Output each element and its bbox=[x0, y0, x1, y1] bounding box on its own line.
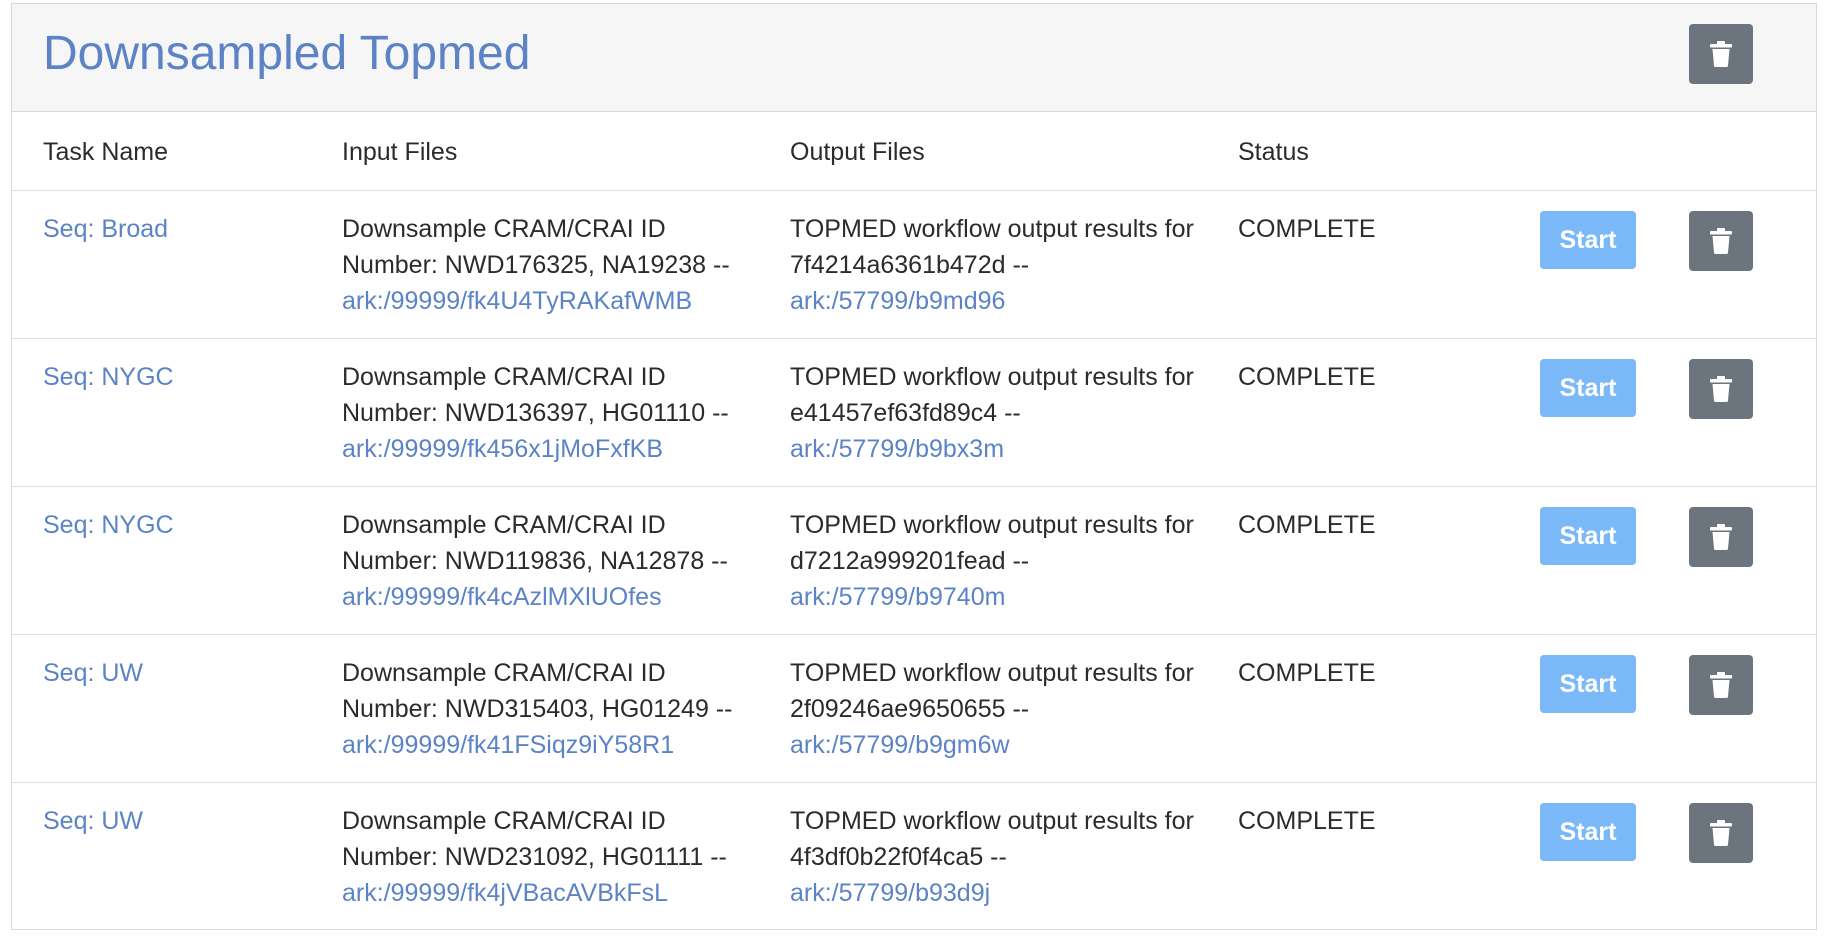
input-file-link[interactable]: ark:/99999/fk456x1jMoFxfKB bbox=[342, 431, 729, 467]
input-files-cell: Downsample CRAM/CRAI ID Number: NWD17632… bbox=[342, 211, 730, 319]
task-panel: Downsampled Topmed Task Name Input Files… bbox=[11, 3, 1817, 930]
task-name-link[interactable]: Seq: UW bbox=[43, 807, 143, 835]
input-description-line: Number: NWD176325, NA19238 -- bbox=[342, 251, 730, 279]
input-description-line: Number: NWD231092, HG01111 -- bbox=[342, 843, 727, 871]
output-description-line: TOPMED workflow output results for bbox=[790, 511, 1194, 539]
task-name-link[interactable]: Seq: NYGC bbox=[43, 511, 174, 539]
output-description-line: 4f3df0b22f0f4ca5 -- bbox=[790, 843, 1007, 871]
output-description-line: d7212a999201fead -- bbox=[790, 547, 1030, 575]
trash-icon bbox=[1710, 41, 1732, 67]
input-description-line: Number: NWD315403, HG01249 -- bbox=[342, 695, 733, 723]
start-button[interactable]: Start bbox=[1540, 359, 1636, 417]
output-files-cell: TOPMED workflow output results for e4145… bbox=[790, 359, 1194, 467]
task-name-link[interactable]: Seq: NYGC bbox=[43, 363, 174, 391]
panel-title: Downsampled Topmed bbox=[43, 27, 531, 80]
output-description-line: TOPMED workflow output results for bbox=[790, 363, 1194, 391]
input-description-line: Downsample CRAM/CRAI ID bbox=[342, 511, 666, 539]
input-description-line: Downsample CRAM/CRAI ID bbox=[342, 215, 666, 243]
output-file-link[interactable]: ark:/57799/b9bx3m bbox=[790, 431, 1194, 467]
output-description-line: TOPMED workflow output results for bbox=[790, 807, 1194, 835]
output-description-line: 7f4214a6361b472d -- bbox=[790, 251, 1030, 279]
trash-icon bbox=[1710, 524, 1732, 550]
input-files-cell: Downsample CRAM/CRAI ID Number: NWD13639… bbox=[342, 359, 729, 467]
table-header: Task Name Input Files Output Files Statu… bbox=[12, 112, 1816, 191]
delete-panel-button[interactable] bbox=[1689, 24, 1753, 84]
delete-task-button[interactable] bbox=[1689, 655, 1753, 715]
table-row: Seq: UW Downsample CRAM/CRAI ID Number: … bbox=[12, 635, 1816, 783]
output-file-link[interactable]: ark:/57799/b9gm6w bbox=[790, 727, 1194, 763]
trash-icon bbox=[1710, 376, 1732, 402]
input-files-cell: Downsample CRAM/CRAI ID Number: NWD11983… bbox=[342, 507, 728, 615]
input-description-line: Downsample CRAM/CRAI ID bbox=[342, 807, 666, 835]
task-name-link[interactable]: Seq: UW bbox=[43, 659, 143, 687]
input-file-link[interactable]: ark:/99999/fk41FSiqz9iY58R1 bbox=[342, 727, 732, 763]
delete-task-button[interactable] bbox=[1689, 211, 1753, 271]
input-description-line: Downsample CRAM/CRAI ID bbox=[342, 363, 666, 391]
input-description-line: Downsample CRAM/CRAI ID bbox=[342, 659, 666, 687]
output-files-cell: TOPMED workflow output results for 2f092… bbox=[790, 655, 1194, 763]
table-row: Seq: UW Downsample CRAM/CRAI ID Number: … bbox=[12, 783, 1816, 931]
start-button[interactable]: Start bbox=[1540, 655, 1636, 713]
output-description-line: TOPMED workflow output results for bbox=[790, 659, 1194, 687]
status-text: COMPLETE bbox=[1238, 659, 1376, 687]
status-text: COMPLETE bbox=[1238, 363, 1376, 391]
input-file-link[interactable]: ark:/99999/fk4U4TyRAKafWMB bbox=[342, 283, 730, 319]
output-file-link[interactable]: ark:/57799/b93d9j bbox=[790, 875, 1194, 911]
output-description-line: TOPMED workflow output results for bbox=[790, 215, 1194, 243]
input-file-link[interactable]: ark:/99999/fk4cAzlMXlUOfes bbox=[342, 579, 728, 615]
start-button[interactable]: Start bbox=[1540, 211, 1636, 269]
output-files-cell: TOPMED workflow output results for 7f421… bbox=[790, 211, 1194, 319]
start-button[interactable]: Start bbox=[1540, 507, 1636, 565]
table-row: Seq: Broad Downsample CRAM/CRAI ID Numbe… bbox=[12, 191, 1816, 339]
output-files-cell: TOPMED workflow output results for 4f3df… bbox=[790, 803, 1194, 911]
input-description-line: Number: NWD119836, NA12878 -- bbox=[342, 547, 728, 575]
output-description-line: e41457ef63fd89c4 -- bbox=[790, 399, 1021, 427]
table-row: Seq: NYGC Downsample CRAM/CRAI ID Number… bbox=[12, 339, 1816, 487]
task-name-link[interactable]: Seq: Broad bbox=[43, 215, 168, 243]
trash-icon bbox=[1710, 672, 1732, 698]
status-text: COMPLETE bbox=[1238, 215, 1376, 243]
input-files-cell: Downsample CRAM/CRAI ID Number: NWD31540… bbox=[342, 655, 732, 763]
output-file-link[interactable]: ark:/57799/b9740m bbox=[790, 579, 1194, 615]
column-header-status: Status bbox=[1238, 138, 1309, 166]
column-header-output-files: Output Files bbox=[790, 138, 925, 166]
input-files-cell: Downsample CRAM/CRAI ID Number: NWD23109… bbox=[342, 803, 727, 911]
panel-header: Downsampled Topmed bbox=[12, 4, 1816, 112]
input-description-line: Number: NWD136397, HG01110 -- bbox=[342, 399, 729, 427]
status-text: COMPLETE bbox=[1238, 807, 1376, 835]
column-header-input-files: Input Files bbox=[342, 138, 458, 166]
output-files-cell: TOPMED workflow output results for d7212… bbox=[790, 507, 1194, 615]
delete-task-button[interactable] bbox=[1689, 803, 1753, 863]
delete-task-button[interactable] bbox=[1689, 359, 1753, 419]
trash-icon bbox=[1710, 228, 1732, 254]
column-header-task-name: Task Name bbox=[43, 138, 169, 166]
table-row: Seq: NYGC Downsample CRAM/CRAI ID Number… bbox=[12, 487, 1816, 635]
trash-icon bbox=[1710, 820, 1732, 846]
delete-task-button[interactable] bbox=[1689, 507, 1753, 567]
output-description-line: 2f09246ae9650655 -- bbox=[790, 695, 1030, 723]
input-file-link[interactable]: ark:/99999/fk4jVBacAVBkFsL bbox=[342, 875, 727, 911]
status-text: COMPLETE bbox=[1238, 511, 1376, 539]
start-button[interactable]: Start bbox=[1540, 803, 1636, 861]
output-file-link[interactable]: ark:/57799/b9md96 bbox=[790, 283, 1194, 319]
